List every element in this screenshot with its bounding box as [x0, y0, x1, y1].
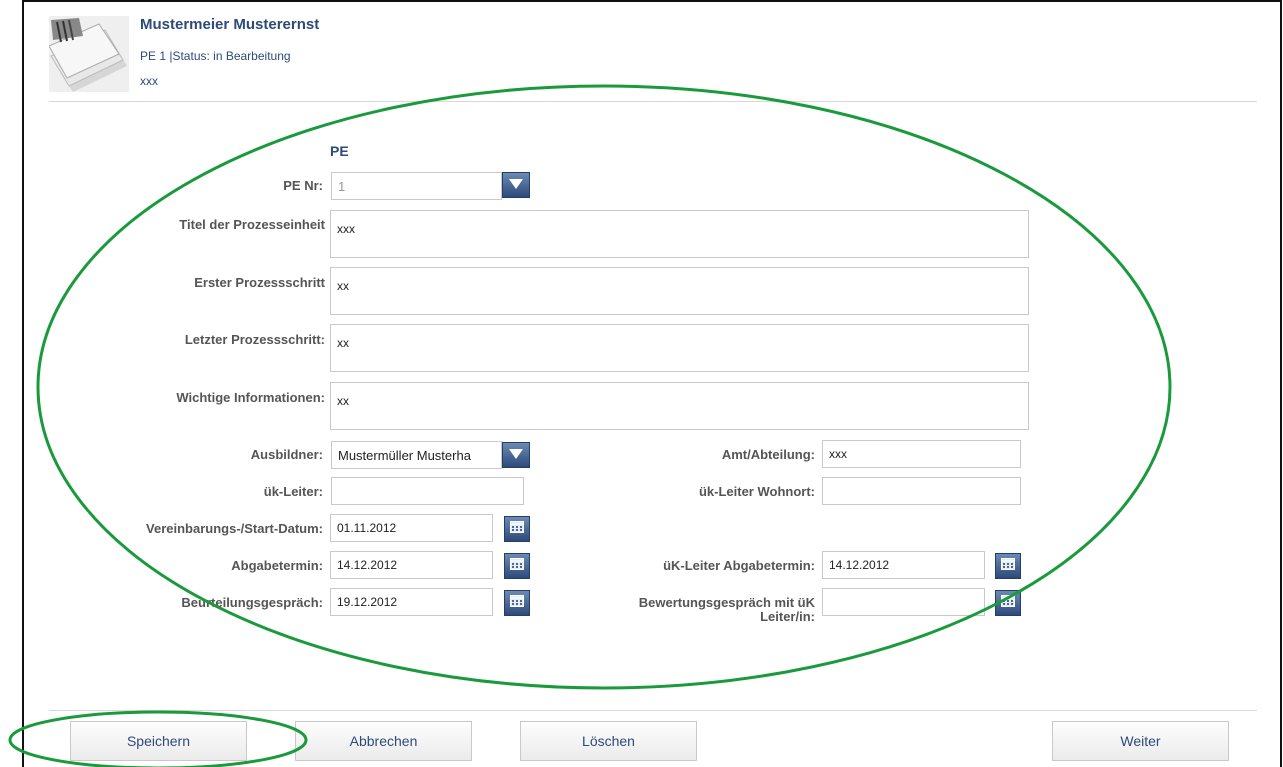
titel-field[interactable]: xxx	[330, 210, 1029, 258]
vereinbarung-calendar-button[interactable]	[504, 516, 530, 542]
erster-field[interactable]: xx	[330, 267, 1029, 315]
abgabetermin-label: Abgabetermin:	[231, 558, 323, 573]
beurteilung-date-field[interactable]: 19.12.2012	[330, 588, 493, 616]
uk-abgabetermin-label: üK-Leiter Abgabetermin:	[663, 558, 815, 573]
uk-leiter-field[interactable]	[331, 477, 524, 505]
calendar-icon	[510, 594, 524, 612]
person-name: Mustermeier Musterernst	[140, 16, 320, 33]
header-subtitle: xxx	[140, 74, 158, 88]
bewertung-calendar-button[interactable]	[995, 590, 1021, 616]
footer-divider	[49, 710, 1257, 711]
calendar-icon	[1001, 594, 1015, 612]
titel-label: Titel der Prozesseinheit	[179, 217, 325, 232]
abgabetermin-date-field[interactable]: 14.12.2012	[330, 551, 493, 579]
chevron-down-icon	[509, 176, 523, 194]
document-stack-icon	[49, 16, 129, 92]
letzter-field[interactable]: xx	[330, 324, 1029, 372]
bewertung-label: Bewertungsgespräch mit üK Leiter/in:	[638, 595, 815, 624]
save-button[interactable]: Speichern	[70, 721, 247, 761]
ausbildner-dropdown-button[interactable]	[502, 442, 530, 468]
calendar-icon	[1001, 557, 1015, 575]
cancel-button[interactable]: Abbrechen	[295, 721, 472, 761]
vereinbarung-label: Vereinbarungs-/Start-Datum:	[146, 521, 323, 536]
section-title: PE	[330, 143, 349, 159]
wichtige-field[interactable]: xx	[330, 382, 1029, 430]
pe-nr-select[interactable]: 1	[331, 172, 502, 200]
uk-abgabetermin-date-field[interactable]: 14.12.2012	[822, 551, 985, 579]
amt-label: Amt/Abteilung:	[721, 447, 815, 462]
status-text: PE 1 |Status: in Bearbeitung	[140, 49, 291, 63]
wichtige-label: Wichtige Informationen:	[176, 390, 325, 405]
ausbildner-select[interactable]: Mustermüller Musterha	[331, 441, 502, 469]
uk-leiter-label: ük-Leiter:	[263, 484, 323, 499]
amt-field[interactable]: xxx	[822, 440, 1021, 468]
abgabetermin-calendar-button[interactable]	[504, 553, 530, 579]
pe-nr-label: PE Nr:	[283, 178, 323, 193]
chevron-down-icon	[509, 446, 523, 464]
uk-leiter-wohnort-label: ük-Leiter Wohnort:	[698, 484, 815, 499]
next-button[interactable]: Weiter	[1052, 721, 1229, 761]
calendar-icon	[510, 520, 524, 538]
beurteilung-label: Beurteilungsgespräch:	[181, 595, 323, 610]
erster-label: Erster Prozessschritt	[194, 275, 325, 290]
letzter-label: Letzter Prozessschritt:	[184, 332, 325, 347]
header-divider	[49, 101, 1257, 102]
bewertung-date-field[interactable]	[822, 588, 985, 616]
uk-abgabetermin-calendar-button[interactable]	[995, 553, 1021, 579]
vereinbarung-date-field[interactable]: 01.11.2012	[330, 514, 493, 542]
delete-button[interactable]: Löschen	[520, 721, 697, 761]
ausbildner-label: Ausbildner:	[250, 447, 323, 462]
uk-leiter-wohnort-field[interactable]	[822, 477, 1021, 505]
beurteilung-calendar-button[interactable]	[504, 590, 530, 616]
calendar-icon	[510, 557, 524, 575]
pe-nr-dropdown-button[interactable]	[502, 172, 530, 198]
